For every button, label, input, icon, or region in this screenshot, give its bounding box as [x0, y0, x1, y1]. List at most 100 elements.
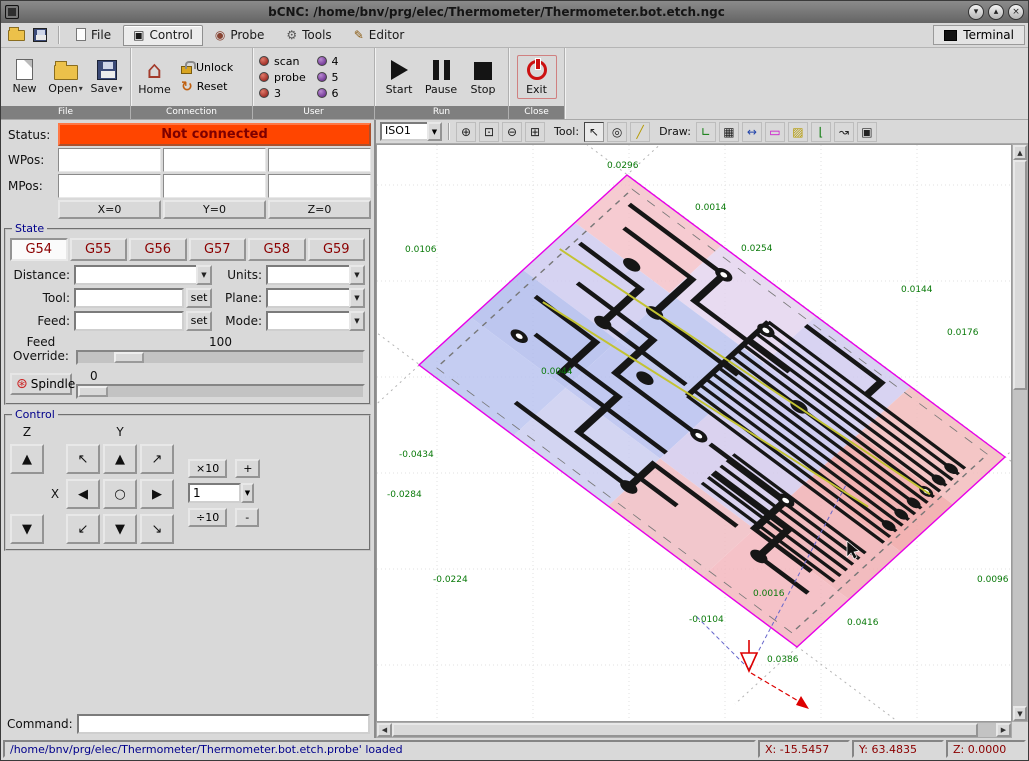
connection-status-button[interactable]: Not connected — [58, 123, 371, 146]
jog-xy-downleft-button[interactable]: ↙ — [66, 514, 100, 544]
draw-margin-button[interactable]: ▭ — [765, 122, 785, 142]
feed-set-button[interactable]: set — [186, 311, 212, 331]
open-file-button[interactable] — [4, 25, 28, 46]
feed-override-slider[interactable] — [76, 350, 365, 365]
tool-field[interactable] — [74, 288, 184, 308]
draw-workarea-button[interactable]: ⌊ — [811, 122, 831, 142]
vertical-scroll-thumb[interactable] — [1013, 160, 1027, 390]
jog-y-up-button[interactable]: ▲ — [103, 444, 137, 474]
user-button-4[interactable]: 4 — [315, 54, 371, 69]
horizontal-scroll-thumb[interactable] — [392, 723, 978, 737]
titlebar[interactable]: bCNC: /home/bnv/prg/elec/Thermometer/The… — [1, 1, 1028, 23]
tab-control[interactable]: ▣ Control — [123, 25, 203, 46]
user-button-3[interactable]: 3 — [257, 86, 313, 101]
draw-leveling-button[interactable]: ▨ — [788, 122, 808, 142]
feed-field[interactable] — [74, 311, 184, 331]
feed-override-handle[interactable] — [114, 352, 144, 363]
zoom-in-button[interactable]: ⊕ — [456, 122, 476, 142]
spindle-handle[interactable] — [78, 386, 108, 397]
jog-xy-upleft-button[interactable]: ↖ — [66, 444, 100, 474]
save-button[interactable]: Save▾ — [87, 57, 126, 98]
wcs-g55-button[interactable]: G55 — [70, 238, 128, 261]
chevron-down-icon[interactable]: ▼ — [349, 288, 365, 308]
shade-button[interactable]: ▾ — [968, 4, 984, 20]
zoom-window-button[interactable]: ⊡ — [479, 122, 499, 142]
step-select[interactable]: ▼ — [188, 483, 254, 503]
jog-xy-upright-button[interactable]: ↗ — [140, 444, 174, 474]
distance-select[interactable]: ▼ — [74, 265, 212, 285]
zero-x-button[interactable]: X=0 — [58, 200, 161, 219]
tab-probe[interactable]: ◉ Probe — [205, 25, 275, 46]
wcs-g54-button[interactable]: G54 — [10, 238, 68, 261]
chevron-down-icon[interactable]: ▼ — [349, 265, 365, 285]
step-mul10-button[interactable]: ×10 — [188, 459, 227, 478]
vertical-scroll-trough[interactable] — [1013, 390, 1027, 706]
jog-xy-downright-button[interactable]: ↘ — [140, 514, 174, 544]
close-button[interactable]: × — [1008, 4, 1024, 20]
zero-z-button[interactable]: Z=0 — [268, 200, 371, 219]
open-button[interactable]: Open▾ — [46, 57, 85, 98]
draw-dimensions-button[interactable]: ↔ — [742, 122, 762, 142]
exit-button[interactable]: Exit — [517, 55, 557, 99]
step-plus-button[interactable]: + — [235, 459, 260, 478]
chevron-down-icon[interactable]: ▼ — [196, 265, 212, 285]
chevron-down-icon[interactable]: ▼ — [241, 483, 254, 503]
scroll-left-icon[interactable]: ◀ — [377, 723, 392, 737]
scroll-right-icon[interactable]: ▶ — [996, 723, 1011, 737]
units-select[interactable]: ▼ — [266, 265, 365, 285]
zoom-out-button[interactable]: ⊖ — [502, 122, 522, 142]
stop-button[interactable]: Stop — [463, 57, 503, 98]
wcs-g57-button[interactable]: G57 — [189, 238, 247, 261]
jog-x-plus-button[interactable]: ▶ — [140, 479, 174, 509]
save-file-button[interactable] — [28, 25, 52, 46]
horizontal-scrollbar[interactable]: ◀ ▶ — [376, 722, 1012, 738]
home-button[interactable]: ⌂ Home — [135, 56, 174, 99]
maximize-button[interactable]: ▴ — [988, 4, 1004, 20]
user-button-6[interactable]: 6 — [315, 86, 371, 101]
jog-z-up-button[interactable]: ▲ — [10, 444, 44, 474]
gantry-tool-button[interactable]: ◎ — [607, 122, 627, 142]
pause-button[interactable]: Pause — [421, 56, 461, 98]
step-minus-button[interactable]: - — [235, 508, 259, 527]
pointer-tool-button[interactable]: ↖ — [584, 122, 604, 142]
zero-y-button[interactable]: Y=0 — [163, 200, 266, 219]
scroll-up-icon[interactable]: ▲ — [1013, 145, 1027, 160]
draw-camera-button[interactable]: ▣ — [857, 122, 877, 142]
plane-select[interactable]: ▼ — [266, 288, 365, 308]
start-button[interactable]: Start — [379, 56, 419, 98]
step-div10-button[interactable]: ÷10 — [188, 508, 227, 527]
tab-file[interactable]: File — [66, 25, 121, 46]
jog-x-minus-button[interactable]: ◀ — [66, 479, 100, 509]
terminal-button[interactable]: Terminal — [933, 25, 1025, 45]
gcode-canvas[interactable]: 0.0296 0.0014 0.0254 0.0144 0.0176 0.010… — [376, 144, 1012, 722]
ruler-tool-button[interactable]: ╱ — [630, 122, 650, 142]
user-button-5[interactable]: 5 — [315, 70, 371, 85]
spindle-slider[interactable] — [76, 384, 365, 399]
scroll-down-icon[interactable]: ▼ — [1013, 706, 1027, 721]
wcs-g58-button[interactable]: G58 — [248, 238, 306, 261]
tab-editor[interactable]: ✎ Editor — [344, 25, 415, 46]
draw-grid-button[interactable]: ▦ — [719, 122, 739, 142]
jog-origin-button[interactable]: ○ — [103, 479, 137, 509]
vertical-scrollbar[interactable]: ▲ ▼ — [1012, 144, 1028, 722]
command-input[interactable] — [77, 714, 370, 734]
user-button-scan[interactable]: scan — [257, 54, 313, 69]
reset-button[interactable]: ↻ Reset — [176, 77, 238, 97]
user-button-probe[interactable]: probe — [257, 70, 313, 85]
wcs-g59-button[interactable]: G59 — [308, 238, 366, 261]
tab-tools[interactable]: ⚙ Tools — [276, 25, 341, 46]
draw-rapid-button[interactable]: ↝ — [834, 122, 854, 142]
view-select[interactable]: ISO1 ▼ — [380, 122, 442, 141]
wcs-g56-button[interactable]: G56 — [129, 238, 187, 261]
chevron-down-icon[interactable]: ▼ — [427, 122, 442, 141]
jog-y-down-button[interactable]: ▼ — [103, 514, 137, 544]
spindle-checkbox[interactable]: ⊛ Spindle — [10, 373, 72, 395]
zoom-fit-button[interactable]: ⊞ — [525, 122, 545, 142]
mode-select[interactable]: ▼ — [266, 311, 365, 331]
chevron-down-icon[interactable]: ▼ — [349, 311, 365, 331]
step-value-field[interactable] — [188, 483, 241, 503]
unlock-button[interactable]: Unlock — [176, 58, 238, 77]
new-button[interactable]: New — [5, 56, 44, 98]
tool-set-button[interactable]: set — [186, 288, 212, 308]
jog-z-down-button[interactable]: ▼ — [10, 514, 44, 544]
